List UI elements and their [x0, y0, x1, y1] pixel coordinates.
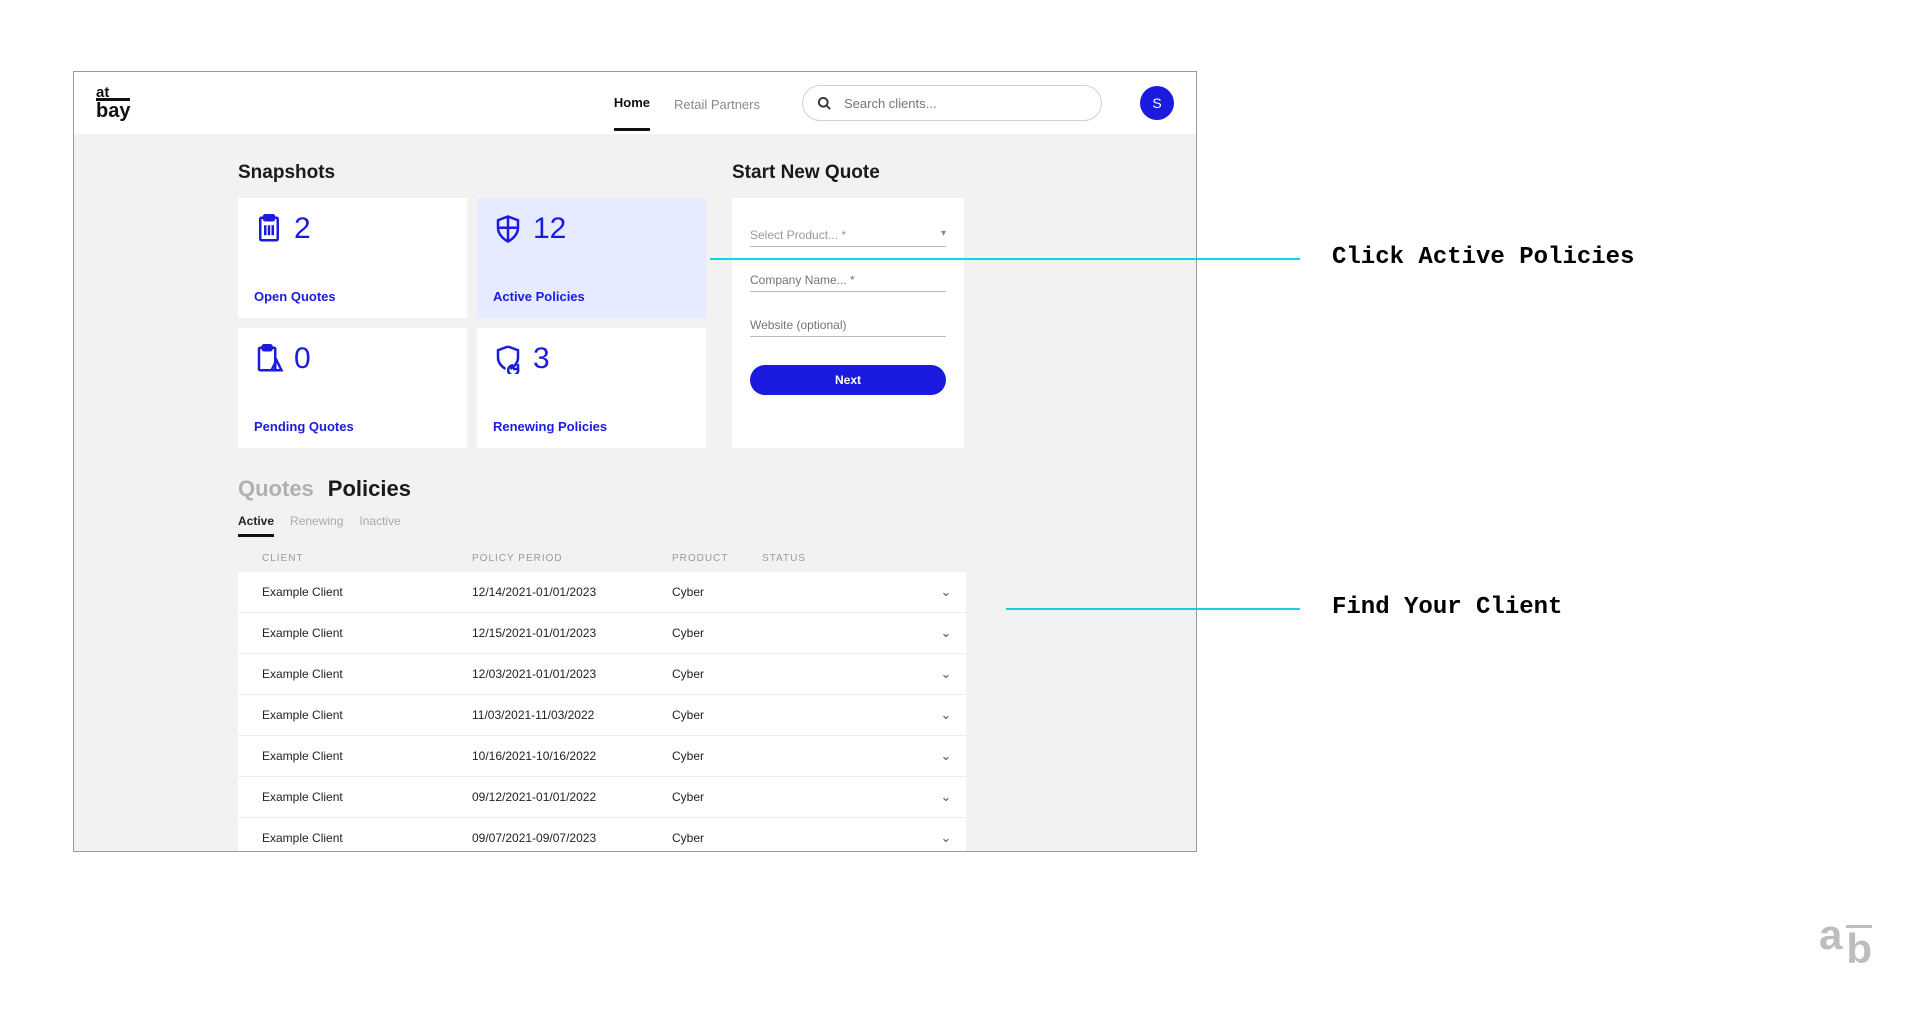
next-button[interactable]: Next — [750, 365, 946, 395]
expand-row-icon[interactable]: ⌄ — [926, 830, 966, 846]
topbar: at bay Home Retail Partners S — [74, 72, 1196, 134]
logo-top: at — [96, 86, 130, 100]
expand-row-icon[interactable]: ⌄ — [926, 584, 966, 600]
newquote-title: Start New Quote — [732, 162, 964, 184]
logo-bottom: bay — [96, 98, 130, 120]
shield-refresh-icon — [493, 344, 523, 374]
search-input[interactable] — [844, 96, 1087, 111]
expand-row-icon[interactable]: ⌄ — [926, 748, 966, 764]
cell-period: 12/15/2021-01/01/2023 — [472, 626, 672, 640]
th-product: PRODUCT — [672, 553, 762, 564]
card-label: Renewing Policies — [493, 419, 690, 434]
avatar-initial: S — [1152, 95, 1161, 111]
cell-client: Example Client — [262, 626, 472, 640]
search-wrap[interactable] — [802, 85, 1102, 121]
search-icon — [817, 96, 832, 111]
sub-tabs: Active Renewing Inactive — [238, 514, 1196, 537]
table-row[interactable]: Example Client12/03/2021-01/01/2023Cyber… — [238, 654, 966, 695]
table-body: Example Client12/14/2021-01/01/2023Cyber… — [238, 572, 966, 852]
product-select[interactable]: Select Product... * ▾ — [750, 224, 946, 247]
subtab-active[interactable]: Active — [238, 514, 274, 537]
card-active-policies[interactable]: 12 Active Policies — [477, 198, 706, 318]
table-row[interactable]: Example Client11/03/2021-11/03/2022Cyber… — [238, 695, 966, 736]
cell-product: Cyber — [672, 708, 762, 722]
card-label: Active Policies — [493, 289, 690, 304]
cell-client: Example Client — [262, 790, 472, 804]
shield-icon — [493, 214, 523, 244]
expand-row-icon[interactable]: ⌄ — [926, 666, 966, 682]
card-pending-quotes[interactable]: 0 Pending Quotes — [238, 328, 467, 448]
tab-policies[interactable]: Policies — [328, 476, 411, 502]
cell-product: Cyber — [672, 585, 762, 599]
nav-retail-partners[interactable]: Retail Partners — [674, 77, 760, 130]
callout-find-client: Find Your Client — [1332, 594, 1562, 621]
clipboard-icon — [254, 214, 284, 244]
card-count: 0 — [294, 342, 311, 376]
table-row[interactable]: Example Client09/12/2021-01/01/2022Cyber… — [238, 777, 966, 818]
avatar[interactable]: S — [1140, 86, 1174, 120]
th-period: POLICY PERIOD — [472, 553, 672, 564]
product-select-placeholder: Select Product... * — [750, 228, 846, 242]
watermark-b: b — [1846, 925, 1872, 968]
th-client: CLIENT — [262, 553, 472, 564]
cell-period: 09/12/2021-01/01/2022 — [472, 790, 672, 804]
card-count: 2 — [294, 212, 311, 246]
cell-period: 12/03/2021-01/01/2023 — [472, 667, 672, 681]
nav: Home Retail Partners S — [614, 75, 1174, 131]
newquote-form: Select Product... * ▾ Next — [732, 198, 964, 448]
card-count: 12 — [533, 212, 566, 246]
clipboard-alert-icon — [254, 344, 284, 374]
expand-row-icon[interactable]: ⌄ — [926, 625, 966, 641]
subtab-inactive[interactable]: Inactive — [359, 514, 400, 537]
callout-line-1 — [710, 258, 1300, 260]
snapshots-title: Snapshots — [238, 162, 706, 184]
card-label: Pending Quotes — [254, 419, 451, 434]
cell-period: 09/07/2021-09/07/2023 — [472, 831, 672, 845]
newquote-section: Start New Quote Select Product... * ▾ Ne… — [732, 162, 964, 448]
nav-home[interactable]: Home — [614, 75, 650, 131]
card-count: 3 — [533, 342, 550, 376]
cell-client: Example Client — [262, 667, 472, 681]
card-open-quotes[interactable]: 2 Open Quotes — [238, 198, 467, 318]
cell-product: Cyber — [672, 790, 762, 804]
table-row[interactable]: Example Client09/07/2021-09/07/2023Cyber… — [238, 818, 966, 852]
watermark: ab — [1819, 911, 1872, 954]
website-input[interactable] — [750, 314, 946, 337]
cell-product: Cyber — [672, 831, 762, 845]
table-row[interactable]: Example Client10/16/2021-10/16/2022Cyber… — [238, 736, 966, 777]
cell-client: Example Client — [262, 831, 472, 845]
app-window: at bay Home Retail Partners S Snapshots — [73, 71, 1197, 852]
main-tabs: Quotes Policies — [238, 476, 1196, 502]
policies-table: CLIENT POLICY PERIOD PRODUCT STATUS Exam… — [238, 553, 966, 852]
callout-active-policies: Click Active Policies — [1332, 244, 1634, 271]
cell-product: Cyber — [672, 626, 762, 640]
expand-row-icon[interactable]: ⌄ — [926, 707, 966, 723]
company-name-input[interactable] — [750, 269, 946, 292]
cell-product: Cyber — [672, 749, 762, 763]
table-row[interactable]: Example Client12/15/2021-01/01/2023Cyber… — [238, 613, 966, 654]
cell-client: Example Client — [262, 585, 472, 599]
table-row[interactable]: Example Client12/14/2021-01/01/2023Cyber… — [238, 572, 966, 613]
cell-period: 11/03/2021-11/03/2022 — [472, 708, 672, 722]
expand-row-icon[interactable]: ⌄ — [926, 789, 966, 805]
logo: at bay — [96, 86, 130, 121]
cell-client: Example Client — [262, 749, 472, 763]
card-renewing-policies[interactable]: 3 Renewing Policies — [477, 328, 706, 448]
snapshot-cards: 2 Open Quotes 12 Active Policies — [238, 198, 706, 448]
content: Snapshots 2 Open Quotes 12 — [74, 134, 1196, 852]
cell-period: 12/14/2021-01/01/2023 — [472, 585, 672, 599]
subtab-renewing[interactable]: Renewing — [290, 514, 343, 537]
cell-product: Cyber — [672, 667, 762, 681]
chevron-down-icon: ▾ — [941, 228, 946, 239]
card-label: Open Quotes — [254, 289, 451, 304]
watermark-a: a — [1819, 916, 1842, 954]
tab-quotes[interactable]: Quotes — [238, 476, 314, 502]
cell-client: Example Client — [262, 708, 472, 722]
th-status: STATUS — [762, 553, 926, 564]
table-header: CLIENT POLICY PERIOD PRODUCT STATUS — [238, 553, 966, 572]
snapshots-section: Snapshots 2 Open Quotes 12 — [238, 162, 706, 448]
callout-line-2 — [1006, 608, 1300, 610]
cell-period: 10/16/2021-10/16/2022 — [472, 749, 672, 763]
